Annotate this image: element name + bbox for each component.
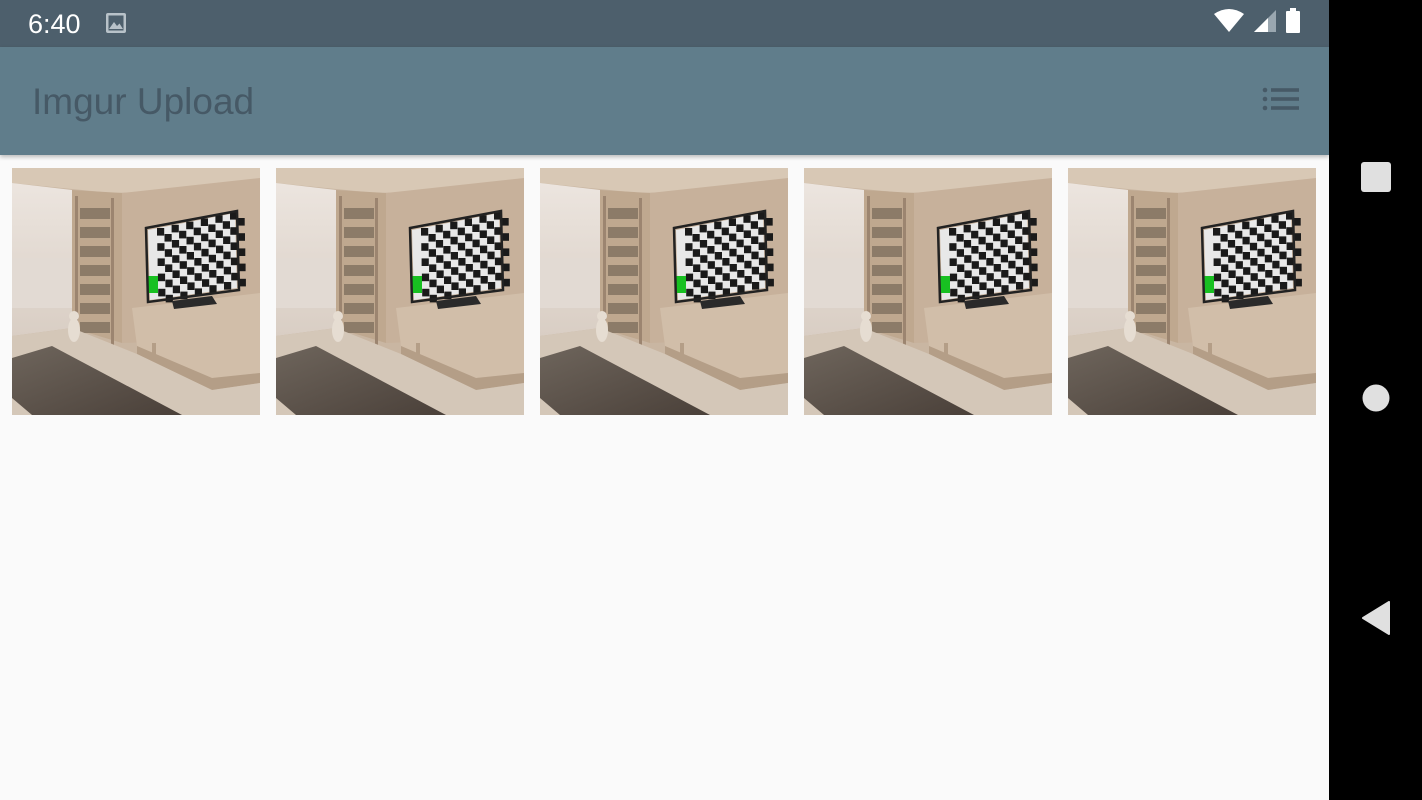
list-view-icon <box>1262 87 1300 116</box>
app-title: Imgur Upload <box>32 81 255 122</box>
square-icon <box>1361 161 1391 197</box>
list-view-button[interactable] <box>1256 83 1306 119</box>
circle-icon <box>1362 384 1390 417</box>
triangle-back-icon <box>1361 600 1391 640</box>
room-photo <box>12 168 260 415</box>
image-thumbnail[interactable] <box>804 168 1052 415</box>
image-grid <box>12 168 1316 415</box>
recents-button[interactable] <box>1351 154 1401 204</box>
battery-icon <box>1285 7 1301 39</box>
image-thumbnail[interactable] <box>276 168 524 415</box>
app-bar: Imgur Upload <box>0 47 1329 155</box>
room-photo <box>804 168 1052 415</box>
status-icons <box>1213 7 1301 39</box>
cell-signal-icon <box>1253 9 1277 38</box>
gallery-icon <box>105 12 127 34</box>
image-thumbnail[interactable] <box>540 168 788 415</box>
image-thumbnail[interactable] <box>1068 168 1316 415</box>
room-photo <box>276 168 524 415</box>
navigation-bar <box>1329 0 1422 800</box>
wifi-icon <box>1213 8 1245 38</box>
app-screen: 6:40 Imgur Upload <box>0 0 1329 800</box>
room-photo <box>540 168 788 415</box>
home-button[interactable] <box>1351 375 1401 425</box>
image-thumbnail[interactable] <box>12 168 260 415</box>
status-time: 6:40 <box>28 9 81 39</box>
room-photo <box>1068 168 1316 415</box>
status-bar: 6:40 <box>0 0 1329 47</box>
back-button[interactable] <box>1351 595 1401 645</box>
